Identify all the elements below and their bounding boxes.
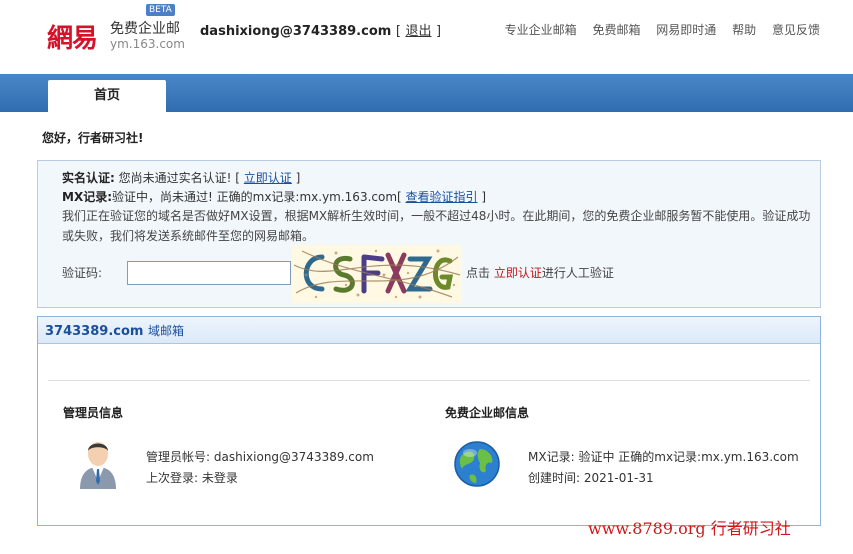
realname-bracket-open: [ [235, 171, 240, 185]
logout-bracket-close: ] [436, 24, 442, 39]
nav-popo[interactable]: 网易即时通 [656, 23, 716, 37]
last-login: 未登录 [201, 471, 238, 485]
realname-status: 您尚未通过实名认证! [118, 171, 232, 185]
header: 網易 免费企业邮 BETA ym.163.com dashixiong@3743… [0, 0, 853, 74]
realname-line: 实名认证: 您尚未通过实名认证! [ 立即认证 ] [62, 169, 300, 186]
service-mx-line: MX记录: 验证中 正确的mx记录:mx.ym.163.com [528, 448, 799, 465]
nav-pro-mail[interactable]: 专业企业邮箱 [505, 23, 577, 37]
created-date: 2021-01-31 [583, 471, 654, 485]
beta-badge: BETA [146, 4, 175, 16]
nav-feedback[interactable]: 意见反馈 [772, 23, 820, 37]
created-line: 创建时间: 2021-01-31 [528, 469, 654, 486]
realname-verify-link[interactable]: 立即认证 [244, 171, 292, 185]
greeting: 您好，行者研习社! [42, 131, 144, 145]
admin-account: dashixiong@3743389.com [213, 450, 374, 464]
service-mx-value: 验证中 正确的mx记录:mx.ym.163.com [578, 450, 799, 464]
verification-panel: 实名认证: 您尚未通过实名认证! [ 立即认证 ] MX记录:验证中，尚未通过!… [37, 160, 821, 308]
last-login-label: 上次登录: [146, 471, 199, 485]
nav-help[interactable]: 帮助 [732, 23, 756, 37]
globe-icon [454, 441, 500, 487]
tab-home[interactable]: 首页 [48, 80, 166, 112]
domain-title: 3743389.com 域邮箱 [45, 322, 184, 339]
logo-subtitle: ym.163.com [110, 37, 185, 51]
mx-guide-link[interactable]: 查看验证指引 [406, 190, 478, 204]
logout-link[interactable]: 退出 [405, 24, 431, 39]
domain-panel-header: 3743389.com 域邮箱 [38, 317, 820, 344]
mx-label: MX记录: [62, 190, 112, 204]
admin-info-title: 管理员信息 [63, 406, 124, 420]
service-mx-label: MX记录: [528, 450, 575, 464]
realname-label: 实名认证: [62, 171, 115, 185]
user-info: dashixiong@3743389.com [ 退出 ] [200, 20, 441, 39]
service-info-title: 免费企业邮信息 [445, 406, 530, 420]
realname-bracket-close: ] [295, 171, 301, 185]
admin-avatar-icon [78, 437, 118, 489]
top-nav: 专业企业邮箱 免费邮箱 网易即时通 帮助 意见反馈 [493, 21, 820, 38]
captcha-graphic [292, 245, 462, 303]
domain-mailbox-panel: 3743389.com 域邮箱 管理员信息 管理员帐号: dashixiong@… [37, 316, 821, 526]
domain-suffix: 域邮箱 [147, 324, 184, 338]
captcha-image[interactable] [292, 245, 462, 303]
manual-verify-link[interactable]: 立即认证 [494, 266, 542, 280]
last-login-line: 上次登录: 未登录 [146, 469, 238, 486]
admin-account-label: 管理员帐号: [146, 450, 211, 464]
hint-prefix: 点击 [466, 266, 491, 280]
netease-logo[interactable]: 網易 [47, 18, 98, 55]
admin-account-line: 管理员帐号: dashixiong@3743389.com [146, 448, 374, 465]
logout-bracket-open: [ [395, 24, 401, 39]
logo-title: 免费企业邮 [110, 21, 180, 37]
divider [48, 380, 810, 381]
captcha-input[interactable] [127, 261, 291, 285]
watermark: www.8789.org 行者研习社 [588, 519, 791, 538]
verification-notice: 我们正在验证您的域名是否做好MX设置，根据MX解析生效时间，一般不超过48小时。… [62, 209, 811, 243]
captcha-label: 验证码: [62, 266, 103, 280]
mx-bracket-close: ] [481, 190, 487, 204]
mx-line: MX记录:验证中，尚未通过! 正确的mx记录:mx.ym.163.com[ 查看… [62, 188, 486, 205]
domain-name: 3743389.com [45, 324, 144, 339]
nav-free-mail[interactable]: 免费邮箱 [592, 23, 640, 37]
hint-suffix: 进行人工验证 [541, 266, 614, 280]
user-email: dashixiong@3743389.com [200, 24, 392, 39]
created-label: 创建时间: [528, 471, 581, 485]
mx-status: 验证中，尚未通过! 正确的mx记录:mx.ym.163.com[ [112, 190, 402, 204]
captcha-hint: 点击 立即认证进行人工验证 [466, 264, 614, 281]
